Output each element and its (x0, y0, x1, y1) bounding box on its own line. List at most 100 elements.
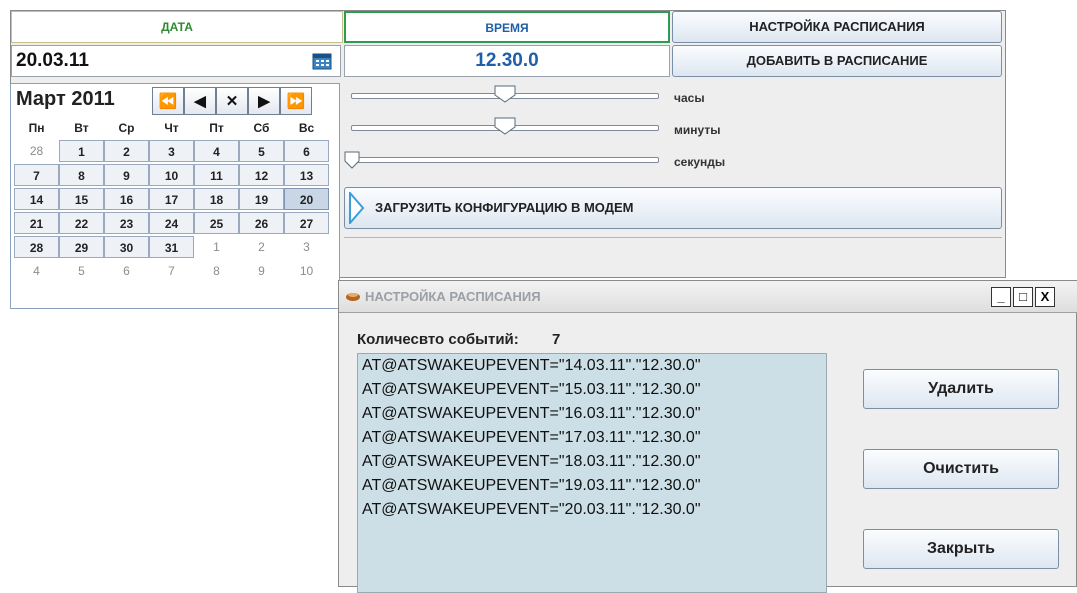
hours-label: часы (674, 91, 705, 105)
last-month-button[interactable]: ⏩ (280, 87, 312, 115)
seconds-label: секунды (674, 155, 726, 169)
weekday-label: Чт (164, 121, 179, 135)
calendar-day[interactable]: 10 (149, 164, 194, 186)
dialog-title-bar[interactable]: НАСТРОЙКА РАСПИСАНИЯ _ □ X (339, 281, 1077, 313)
prev-month-button[interactable]: ◀ (184, 87, 216, 115)
day-grid: 28 1 2 3 4 5 6 7 8 9 10 11 12 13 14 15 16 17 18 19 20 21 22 23 2… (14, 140, 336, 284)
calendar-day[interactable]: 8 (59, 164, 104, 186)
calendar-popup: Март 2011 ⏪ ◀ ✕ ▶ ⏩ Пн Вт Ср Чт Пт Сб Вс 28 1 2 3… (10, 83, 340, 309)
calendar-day[interactable]: 29 (59, 236, 104, 258)
calendar-day[interactable]: 31 (149, 236, 194, 258)
calendar-day-other-month[interactable]: 6 (104, 260, 149, 282)
calendar-day[interactable]: 5 (239, 140, 284, 162)
calendar-day[interactable]: 6 (284, 140, 329, 162)
dialog-title: НАСТРОЙКА РАСПИСАНИЯ (365, 289, 541, 304)
calendar-day[interactable]: 13 (284, 164, 329, 186)
event-list-item[interactable]: AT@ATSWAKEUPEVENT="19.03.11"."12.30.0" (358, 474, 826, 498)
date-header: ДАТА (11, 11, 343, 43)
load-config-label: ЗАГРУЗИТЬ КОНФИГУРАЦИЮ В МОДЕМ (375, 200, 634, 215)
minutes-label: минуты (674, 123, 721, 137)
event-list-item[interactable]: AT@ATSWAKEUPEVENT="14.03.11"."12.30.0" (358, 354, 826, 378)
calendar-day[interactable]: 26 (239, 212, 284, 234)
calendar-day[interactable]: 23 (104, 212, 149, 234)
calendar-day[interactable]: 4 (194, 140, 239, 162)
calendar-day[interactable]: 1 (59, 140, 104, 162)
calendar-day-other-month[interactable]: 5 (59, 260, 104, 282)
calendar-day[interactable]: 20 (284, 188, 329, 210)
weekday-header: Пн Вт Ср Чт Пт Сб Вс (14, 118, 329, 138)
week-row: 21 22 23 24 25 26 27 (14, 212, 336, 236)
date-field[interactable]: 20.03.11 (11, 45, 341, 77)
close-window-button[interactable]: X (1035, 287, 1055, 307)
calendar-day[interactable]: 21 (14, 212, 59, 234)
calendar-day[interactable]: 2 (104, 140, 149, 162)
calendar-day[interactable]: 12 (239, 164, 284, 186)
weekday-label: Ср (118, 121, 135, 135)
calendar-day-other-month[interactable]: 1 (194, 236, 239, 258)
seconds-slider[interactable] (344, 149, 671, 175)
seconds-slider-thumb[interactable] (344, 151, 360, 169)
calendar-day[interactable]: 25 (194, 212, 239, 234)
calendar-day[interactable]: 16 (104, 188, 149, 210)
calendar-day-other-month[interactable]: 9 (239, 260, 284, 282)
calendar-day-other-month[interactable]: 4 (14, 260, 59, 282)
hours-slider[interactable] (351, 85, 671, 111)
calendar-day[interactable]: 22 (59, 212, 104, 234)
close-calendar-button[interactable]: ✕ (216, 87, 248, 115)
calendar-day[interactable]: 18 (194, 188, 239, 210)
weekday-label: Пн (28, 121, 45, 135)
event-list-item[interactable]: AT@ATSWAKEUPEVENT="20.03.11"."12.30.0" (358, 498, 826, 522)
next-month-button[interactable]: ▶ (248, 87, 280, 115)
first-month-button[interactable]: ⏪ (152, 87, 184, 115)
minutes-slider-thumb[interactable] (494, 117, 516, 135)
week-row: 28 1 2 3 4 5 6 (14, 140, 336, 164)
calendar-day[interactable]: 17 (149, 188, 194, 210)
calendar-day[interactable]: 11 (194, 164, 239, 186)
calendar-day[interactable]: 24 (149, 212, 194, 234)
load-config-button[interactable]: ЗАГРУЗИТЬ КОНФИГУРАЦИЮ В МОДЕМ (344, 187, 1002, 229)
calendar-icon[interactable] (312, 52, 332, 70)
event-list[interactable]: AT@ATSWAKEUPEVENT="14.03.11"."12.30.0" AT… (357, 353, 827, 593)
calendar-day[interactable]: 9 (104, 164, 149, 186)
calendar-day[interactable]: 27 (284, 212, 329, 234)
delete-button[interactable]: Удалить (863, 369, 1059, 409)
event-list-item[interactable]: AT@ATSWAKEUPEVENT="16.03.11"."12.30.0" (358, 402, 826, 426)
hours-slider-thumb[interactable] (494, 85, 516, 103)
week-row: 28 29 30 31 1 2 3 (14, 236, 336, 260)
event-list-item[interactable]: AT@ATSWAKEUPEVENT="15.03.11"."12.30.0" (358, 378, 826, 402)
event-count: 7 (552, 331, 561, 348)
divider (344, 237, 1002, 238)
clear-button[interactable]: Очистить (863, 449, 1059, 489)
calendar-day[interactable]: 19 (239, 188, 284, 210)
calendar-day-other-month[interactable]: 8 (194, 260, 239, 282)
week-row: 14 15 16 17 18 19 20 (14, 188, 336, 212)
time-field[interactable]: 12.30.0 (344, 45, 670, 77)
weekday-label: Вт (74, 121, 89, 135)
weekday-label: Сб (253, 121, 270, 135)
calendar-day[interactable]: 15 (59, 188, 104, 210)
add-to-schedule-button[interactable]: ДОБАВИТЬ В РАСПИСАНИЕ (672, 45, 1002, 77)
minutes-slider[interactable] (351, 117, 671, 143)
calendar-day[interactable]: 28 (14, 236, 59, 258)
week-row: 4 5 6 7 8 9 10 (14, 260, 336, 284)
close-button[interactable]: Закрыть (863, 529, 1059, 569)
calendar-day-other-month[interactable]: 10 (284, 260, 329, 282)
event-list-item[interactable]: AT@ATSWAKEUPEVENT="17.03.11"."12.30.0" (358, 426, 826, 450)
calendar-day-other-month[interactable]: 7 (149, 260, 194, 282)
calendar-day[interactable]: 7 (14, 164, 59, 186)
calendar-day-other-month[interactable]: 28 (14, 140, 59, 162)
maximize-button[interactable]: □ (1013, 287, 1033, 307)
minimize-button[interactable]: _ (991, 287, 1011, 307)
calendar-day[interactable]: 14 (14, 188, 59, 210)
play-icon (349, 192, 365, 224)
event-list-item[interactable]: AT@ATSWAKEUPEVENT="18.03.11"."12.30.0" (358, 450, 826, 474)
time-header: ВРЕМЯ (344, 11, 670, 43)
schedule-dialog: НАСТРОЙКА РАСПИСАНИЯ _ □ X Количесвто со… (338, 280, 1077, 593)
month-year-label: Март 2011 (16, 88, 115, 110)
calendar-day-other-month[interactable]: 3 (284, 236, 329, 258)
calendar-day[interactable]: 30 (104, 236, 149, 258)
event-count-label: Количесвто событий: (357, 331, 519, 348)
calendar-day-other-month[interactable]: 2 (239, 236, 284, 258)
calendar-day[interactable]: 3 (149, 140, 194, 162)
schedule-settings-button[interactable]: НАСТРОЙКА РАСПИСАНИЯ (672, 11, 1002, 43)
